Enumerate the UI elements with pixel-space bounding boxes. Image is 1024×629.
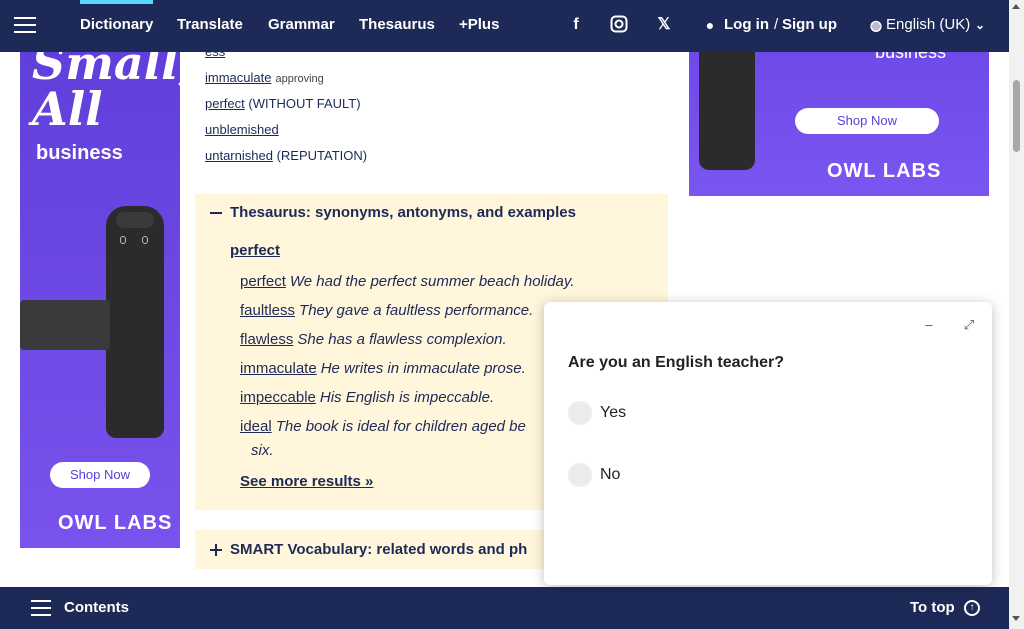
ad-headline-2: All <box>32 82 103 136</box>
contents-menu-icon[interactable] <box>31 600 51 616</box>
nav-grammar[interactable]: Grammar <box>268 0 335 52</box>
example-row: flawless She has a flawless complexion. <box>240 331 507 348</box>
hamburger-menu-icon[interactable] <box>12 14 38 36</box>
signup-link[interactable]: Sign up <box>782 0 837 52</box>
scroll-up-icon[interactable] <box>1012 4 1020 9</box>
device-image <box>20 300 110 350</box>
example-sentence: The book is ideal for children aged be <box>275 418 526 435</box>
example-sentence: He writes in immaculate prose. <box>320 360 526 377</box>
radio-label-no[interactable]: No <box>600 466 620 484</box>
nav-translate[interactable]: Translate <box>177 0 243 52</box>
contents-button[interactable]: Contents <box>64 599 129 616</box>
example-word-link[interactable]: impeccable <box>240 389 316 406</box>
example-sentence: His English is impeccable. <box>319 389 495 406</box>
synonym-link[interactable]: perfect <box>205 96 245 111</box>
login-link[interactable]: Log in <box>724 0 769 52</box>
example-row: perfect We had the perfect summer beach h… <box>240 273 574 290</box>
example-word-link[interactable]: perfect <box>240 273 286 290</box>
synonym-link[interactable]: unblemished <box>205 122 279 137</box>
example-row: impeccable His English is impeccable. <box>240 389 494 406</box>
scrollbar-thumb[interactable] <box>1013 80 1020 152</box>
to-top-button[interactable]: To top <box>910 599 955 616</box>
example-word-link[interactable]: immaculate <box>240 360 317 377</box>
thesaurus-title[interactable]: Thesaurus: synonyms, antonyms, and examp… <box>230 204 576 221</box>
arrow-up-icon[interactable]: ↑ <box>964 600 980 616</box>
expand-icon[interactable] <box>210 544 222 556</box>
scroll-down-icon[interactable] <box>1012 616 1020 621</box>
speaker-image <box>106 206 164 438</box>
survey-question: Are you an English teacher? <box>568 354 785 371</box>
x-twitter-icon[interactable]: 𝕏 <box>654 15 674 35</box>
page: Small, All business Shop Now OWL LABS bu… <box>0 0 1024 629</box>
nav-dictionary[interactable]: Dictionary <box>80 0 154 52</box>
instagram-icon[interactable] <box>609 15 629 35</box>
language-selector[interactable]: English (UK) <box>886 0 970 52</box>
teacher-survey-popup: – ⤢ Are you an English teacher? Yes No <box>544 302 992 585</box>
example-sentence: She has a flawless complexion. <box>297 331 507 348</box>
smart-vocabulary-title[interactable]: SMART Vocabulary: related words and ph <box>230 541 527 558</box>
chevron-down-icon[interactable]: ⌄ <box>970 15 990 35</box>
synonym-link[interactable]: immaculate <box>205 70 271 85</box>
sense-label: (REPUTATION) <box>276 148 368 163</box>
ad-business-text: business <box>36 142 123 164</box>
nav-thesaurus[interactable]: Thesaurus <box>359 0 435 52</box>
radio-no[interactable] <box>568 463 592 487</box>
example-word-link[interactable]: ideal <box>240 418 272 435</box>
scrollbar[interactable] <box>1009 0 1024 629</box>
list-item: unblemished <box>205 122 279 137</box>
example-sentence: We had the perfect summer beach holiday. <box>289 273 575 290</box>
ad-shop-now-button[interactable]: Shop Now <box>50 462 150 488</box>
radio-label-yes[interactable]: Yes <box>600 404 626 422</box>
nav-plus[interactable]: +Plus <box>459 0 499 52</box>
example-word-link[interactable]: faultless <box>240 302 295 319</box>
usage-note: approving <box>275 73 324 85</box>
synonym-link[interactable]: untarnished <box>205 148 273 163</box>
list-item: untarnished (REPUTATION) <box>205 148 367 163</box>
example-sentence-continued: six. <box>251 442 274 459</box>
ad-brand-logo: OWL LABS <box>827 160 942 182</box>
thesaurus-headword[interactable]: perfect <box>230 242 280 259</box>
facebook-icon[interactable]: f <box>566 15 586 35</box>
radio-yes[interactable] <box>568 401 592 425</box>
login-separator: / <box>774 16 779 33</box>
sense-label: (WITHOUT FAULT) <box>248 96 361 111</box>
example-row: immaculate He writes in immaculate prose. <box>240 360 526 377</box>
user-icon: ● <box>705 17 715 33</box>
ad-shop-now-button[interactable]: Shop Now <box>795 108 939 134</box>
minimize-icon[interactable]: – <box>922 318 936 332</box>
example-row: faultless They gave a faultless performan… <box>240 302 533 319</box>
ad-left[interactable]: Small, All business Shop Now OWL LABS <box>20 0 180 548</box>
see-more-link[interactable]: See more results » <box>240 473 373 490</box>
top-navigation: Dictionary Translate Grammar Thesaurus +… <box>0 0 1009 52</box>
list-item: immaculate approving <box>205 70 324 85</box>
example-word-link[interactable]: flawless <box>240 331 293 348</box>
list-item: perfect (WITHOUT FAULT) <box>205 96 361 111</box>
example-sentence: They gave a faultless performance. <box>299 302 534 319</box>
globe-icon: ◍ <box>869 17 883 33</box>
ad-brand-logo: OWL LABS <box>58 512 173 534</box>
expand-icon[interactable]: ⤢ <box>962 318 976 332</box>
example-row: ideal The book is ideal for children aged… <box>240 418 526 435</box>
collapse-icon[interactable] <box>210 207 222 219</box>
bottom-bar: Contents To top ↑ <box>0 587 1009 629</box>
